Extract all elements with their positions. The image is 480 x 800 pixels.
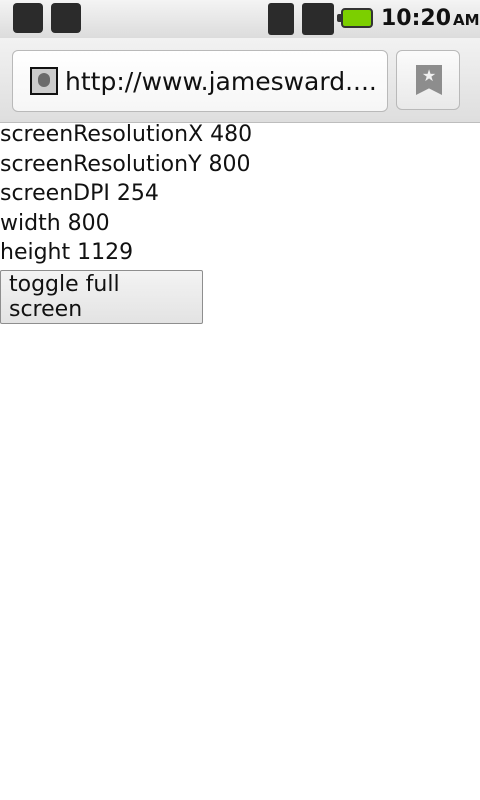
bookmark-star-icon: ★ (416, 65, 442, 95)
screen-resolution-x: screenResolutionX 480 (0, 122, 253, 147)
page-width: width 800 (0, 210, 110, 236)
bookmark-button[interactable]: ★ (396, 50, 460, 110)
page-content: screenResolutionX 480 screenResolutionY … (0, 120, 480, 324)
toggle-full-screen-button[interactable]: toggle full screen (0, 270, 203, 324)
screen-resolution-y: screenResolutionY 800 (0, 151, 251, 177)
wifi-icon (268, 3, 294, 35)
status-clock: 10:20 AM (381, 6, 480, 31)
clock-time: 10:20 (381, 6, 452, 31)
usb-icon (13, 3, 43, 33)
airplane-icon (302, 3, 334, 35)
favicon-icon (30, 67, 58, 95)
screen-dpi: screenDPI 254 (0, 181, 159, 206)
debug-icon (51, 3, 81, 33)
url-text[interactable]: http://www.jamesward.... (65, 67, 377, 96)
status-bar: 10:20 AM (0, 0, 480, 39)
clock-ampm: AM (453, 11, 480, 29)
battery-icon (337, 8, 373, 28)
url-field[interactable]: http://www.jamesward.... (12, 50, 388, 112)
page-height: height 1129 (0, 240, 134, 265)
browser-toolbar: http://www.jamesward.... ★ (0, 38, 480, 123)
